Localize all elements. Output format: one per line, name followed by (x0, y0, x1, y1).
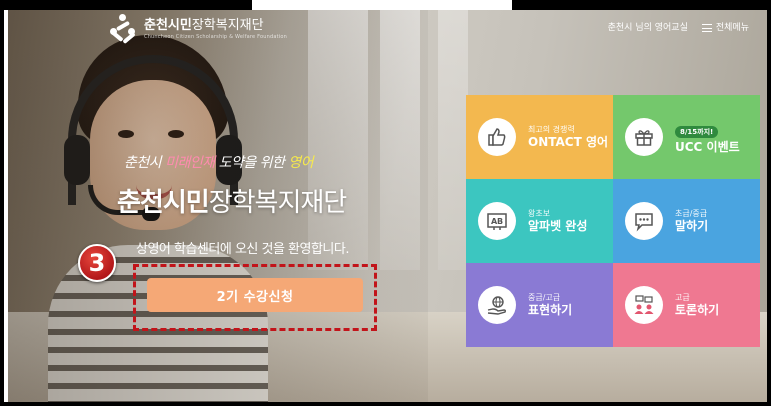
top-nav: 춘천시 님의 영어교실 전체메뉴 (608, 20, 749, 33)
logo-title: 장학복지재단 (191, 17, 264, 33)
globe-hand-icon (478, 286, 516, 324)
enroll-button[interactable]: 2기 수강신청 (147, 278, 363, 312)
tile-ucc-event[interactable]: 8/15까지! UCC 이벤트 (613, 95, 760, 179)
logo-subtitle: Chuncheon Citizen Scholarship & Welfare … (144, 33, 288, 40)
thumbs-up-icon (478, 118, 516, 156)
user-classroom-link[interactable]: 춘천시 님의 영어교실 (608, 20, 688, 33)
logo-title-bold: 춘천시민 (144, 17, 192, 33)
alphabet-icon: AB (478, 202, 516, 240)
deadline-badge: 8/15까지! (675, 126, 719, 138)
tile-discussion[interactable]: 고급 토론하기 (613, 263, 760, 347)
tile-ontact-english[interactable]: 최고의 경쟁력 ONTACT 영어 (466, 95, 613, 179)
hero-title: 춘천시민장학복지재단 (117, 188, 347, 218)
speech-bubble-icon (625, 202, 663, 240)
tile-expression[interactable]: 중급/고급 표현하기 (466, 263, 613, 347)
top-notch (252, 0, 512, 10)
svg-text:B: B (497, 217, 503, 226)
screenshot-frame: 춘천시민장학복지재단 Chuncheon Citizen Scholarship… (0, 0, 771, 406)
welcome-message: 상영어 학습센터에 오신 것을 환영합니다. (136, 242, 349, 257)
tile-alphabet[interactable]: AB 왕초보 알파벳 완성 (466, 179, 613, 263)
hamburger-icon (701, 23, 712, 32)
course-tile-grid: 최고의 경쟁력 ONTACT 영어 8/15까지! UCC 이벤트 AB 왕초보… (466, 95, 760, 347)
tile-speaking[interactable]: 초급/중급 말하기 (613, 179, 760, 263)
logo-icon (108, 14, 138, 45)
hero-tagline: 춘천시 미래인재 도약을 위한 영어 (124, 155, 314, 171)
site-logo[interactable]: 춘천시민장학복지재단 Chuncheon Citizen Scholarship… (108, 14, 288, 45)
step-number-badge: 3 (78, 244, 116, 282)
all-menu-button[interactable]: 전체메뉴 (701, 20, 749, 33)
gift-icon (625, 118, 663, 156)
discussion-icon (625, 286, 663, 324)
